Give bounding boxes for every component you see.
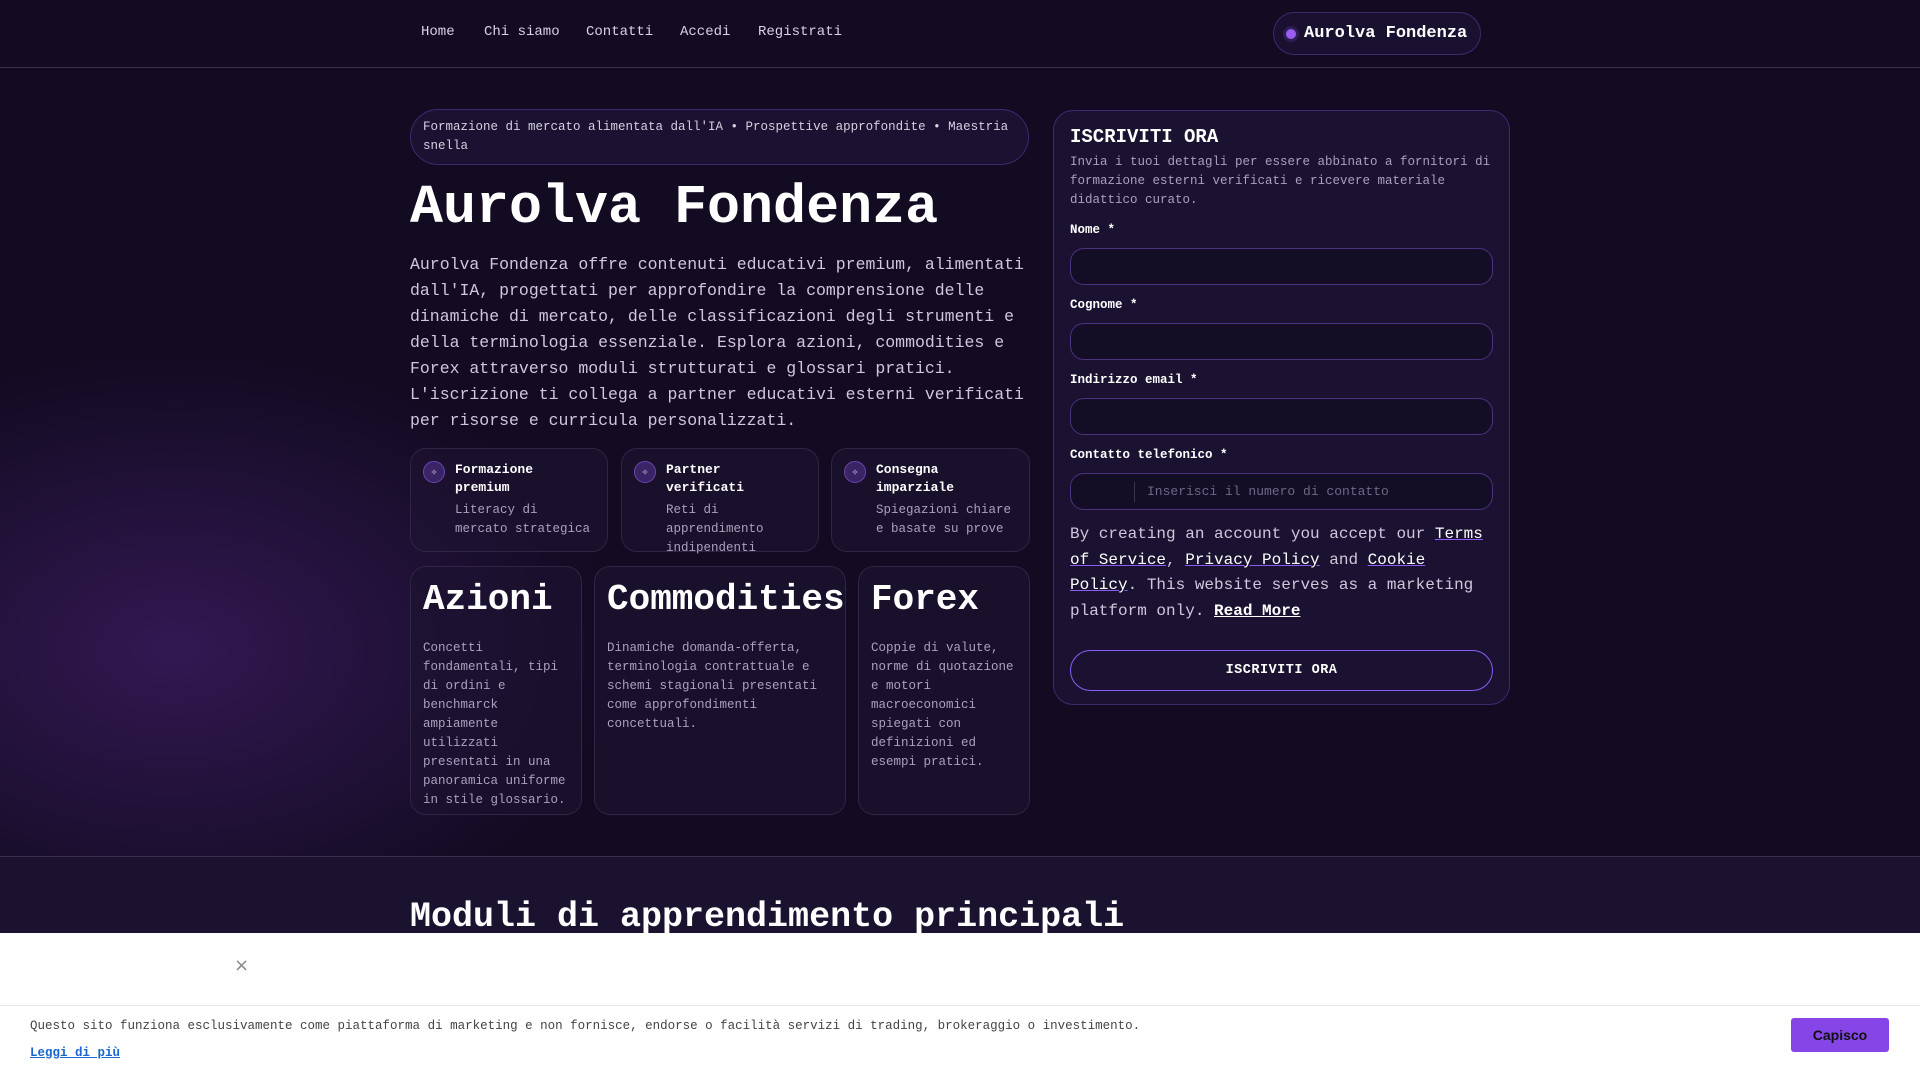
email-field[interactable]	[1070, 398, 1493, 435]
market-desc: Dinamiche domanda-offerta, terminologia …	[607, 641, 818, 731]
email-input[interactable]	[1071, 409, 1492, 424]
market-desc: Coppie di valute, norme di quotazione e …	[871, 641, 1014, 769]
hero-title: Aurolva Fondenza	[410, 176, 939, 239]
phone-input[interactable]	[1147, 484, 1492, 499]
market-title: Forex	[871, 579, 980, 620]
legal-text: By creating an account you accept our	[1070, 525, 1435, 543]
read-more-link[interactable]: Read More	[1214, 602, 1300, 620]
nav-accedi[interactable]: Accedi	[680, 24, 730, 40]
market-card-azioni: Azioni Concetti fondamentali, tipi di or…	[410, 566, 582, 815]
top-nav: Home Chi siamo Contatti Accedi Registrat…	[0, 0, 1920, 68]
feature-desc: Spiegazioni chiare e basate su prove	[876, 503, 1012, 536]
feature-title: Formazione premium	[455, 462, 534, 495]
legal-text: ,	[1166, 550, 1186, 569]
accept-button[interactable]: Capisco	[1791, 1018, 1889, 1052]
feature-title: Partner verificati	[666, 462, 745, 495]
feature-card: ✧ Partner verificati Reti di apprendimen…	[621, 448, 819, 555]
first-name-label: Nome *	[1070, 223, 1116, 237]
form-title: ISCRIVITI ORA	[1070, 126, 1219, 148]
last-name-field[interactable]	[1070, 323, 1493, 360]
last-name-label: Cognome *	[1070, 298, 1138, 312]
market-card-forex: Forex Coppie di valute, norme di quotazi…	[858, 566, 1030, 815]
hero-tagline: Formazione di mercato alimentata dall'IA…	[410, 109, 1029, 165]
submit-button[interactable]: ISCRIVITI ORA	[1070, 650, 1493, 691]
feature-card: ✧ Formazione premium Literacy di mercato…	[410, 448, 608, 552]
nav-registrati[interactable]: Registrati	[758, 24, 842, 40]
feature-desc: Literacy di mercato strategica	[455, 503, 591, 536]
nav-home[interactable]: Home	[421, 24, 455, 40]
phone-label: Contatto telefonico *	[1070, 448, 1228, 462]
cookie-banner: × Questo sito funziona esclusivamente co…	[0, 933, 1920, 1080]
brand-name: Aurolva Fondenza	[1304, 24, 1468, 43]
legal-text: and	[1319, 550, 1368, 569]
close-icon[interactable]: ×	[234, 955, 249, 976]
nav-contatti[interactable]: Contatti	[586, 24, 653, 40]
market-card-commodities: Commodities Dinamiche domanda-offerta, t…	[594, 566, 846, 815]
hero-description: Aurolva Fondenza offre contenuti educati…	[410, 255, 1024, 430]
market-desc: Concetti fondamentali, tipi di ordini e …	[423, 641, 566, 807]
cookie-read-more-link[interactable]: Leggi di più	[30, 1046, 120, 1060]
feature-desc: Reti di apprendimento indipendenti	[666, 503, 764, 555]
cookie-message: Questo sito funziona esclusivamente come…	[30, 1019, 1141, 1033]
sparkle-icon: ✧	[844, 461, 866, 483]
feature-card: ✧ Consegna imparziale Spiegazioni chiare…	[831, 448, 1030, 552]
nav-chi-siamo[interactable]: Chi siamo	[484, 24, 560, 40]
modules-section: Moduli di apprendimento principali	[0, 856, 1920, 937]
legal-notice: By creating an account you accept our Te…	[1070, 522, 1493, 624]
modules-title: Moduli di apprendimento principali	[410, 897, 1125, 937]
phone-field[interactable]	[1070, 473, 1493, 510]
form-description: Invia i tuoi dettagli per essere abbinat…	[1070, 155, 1491, 207]
market-title: Commodities	[607, 579, 845, 620]
feature-title: Consegna imparziale	[876, 462, 955, 495]
sparkle-icon: ✧	[423, 461, 445, 483]
brand-dot-icon	[1286, 28, 1296, 39]
last-name-input[interactable]	[1071, 334, 1492, 349]
market-title: Azioni	[423, 579, 553, 620]
first-name-input[interactable]	[1071, 259, 1492, 274]
email-label: Indirizzo email *	[1070, 373, 1198, 387]
divider	[0, 1005, 1920, 1006]
privacy-link[interactable]: Privacy Policy	[1185, 551, 1319, 569]
first-name-field[interactable]	[1070, 248, 1493, 285]
sparkle-icon: ✧	[634, 461, 656, 483]
country-code-select[interactable]	[1071, 481, 1135, 502]
signup-form: ISCRIVITI ORA Invia i tuoi dettagli per …	[1053, 110, 1510, 705]
brand-logo[interactable]: Aurolva Fondenza	[1273, 12, 1481, 55]
